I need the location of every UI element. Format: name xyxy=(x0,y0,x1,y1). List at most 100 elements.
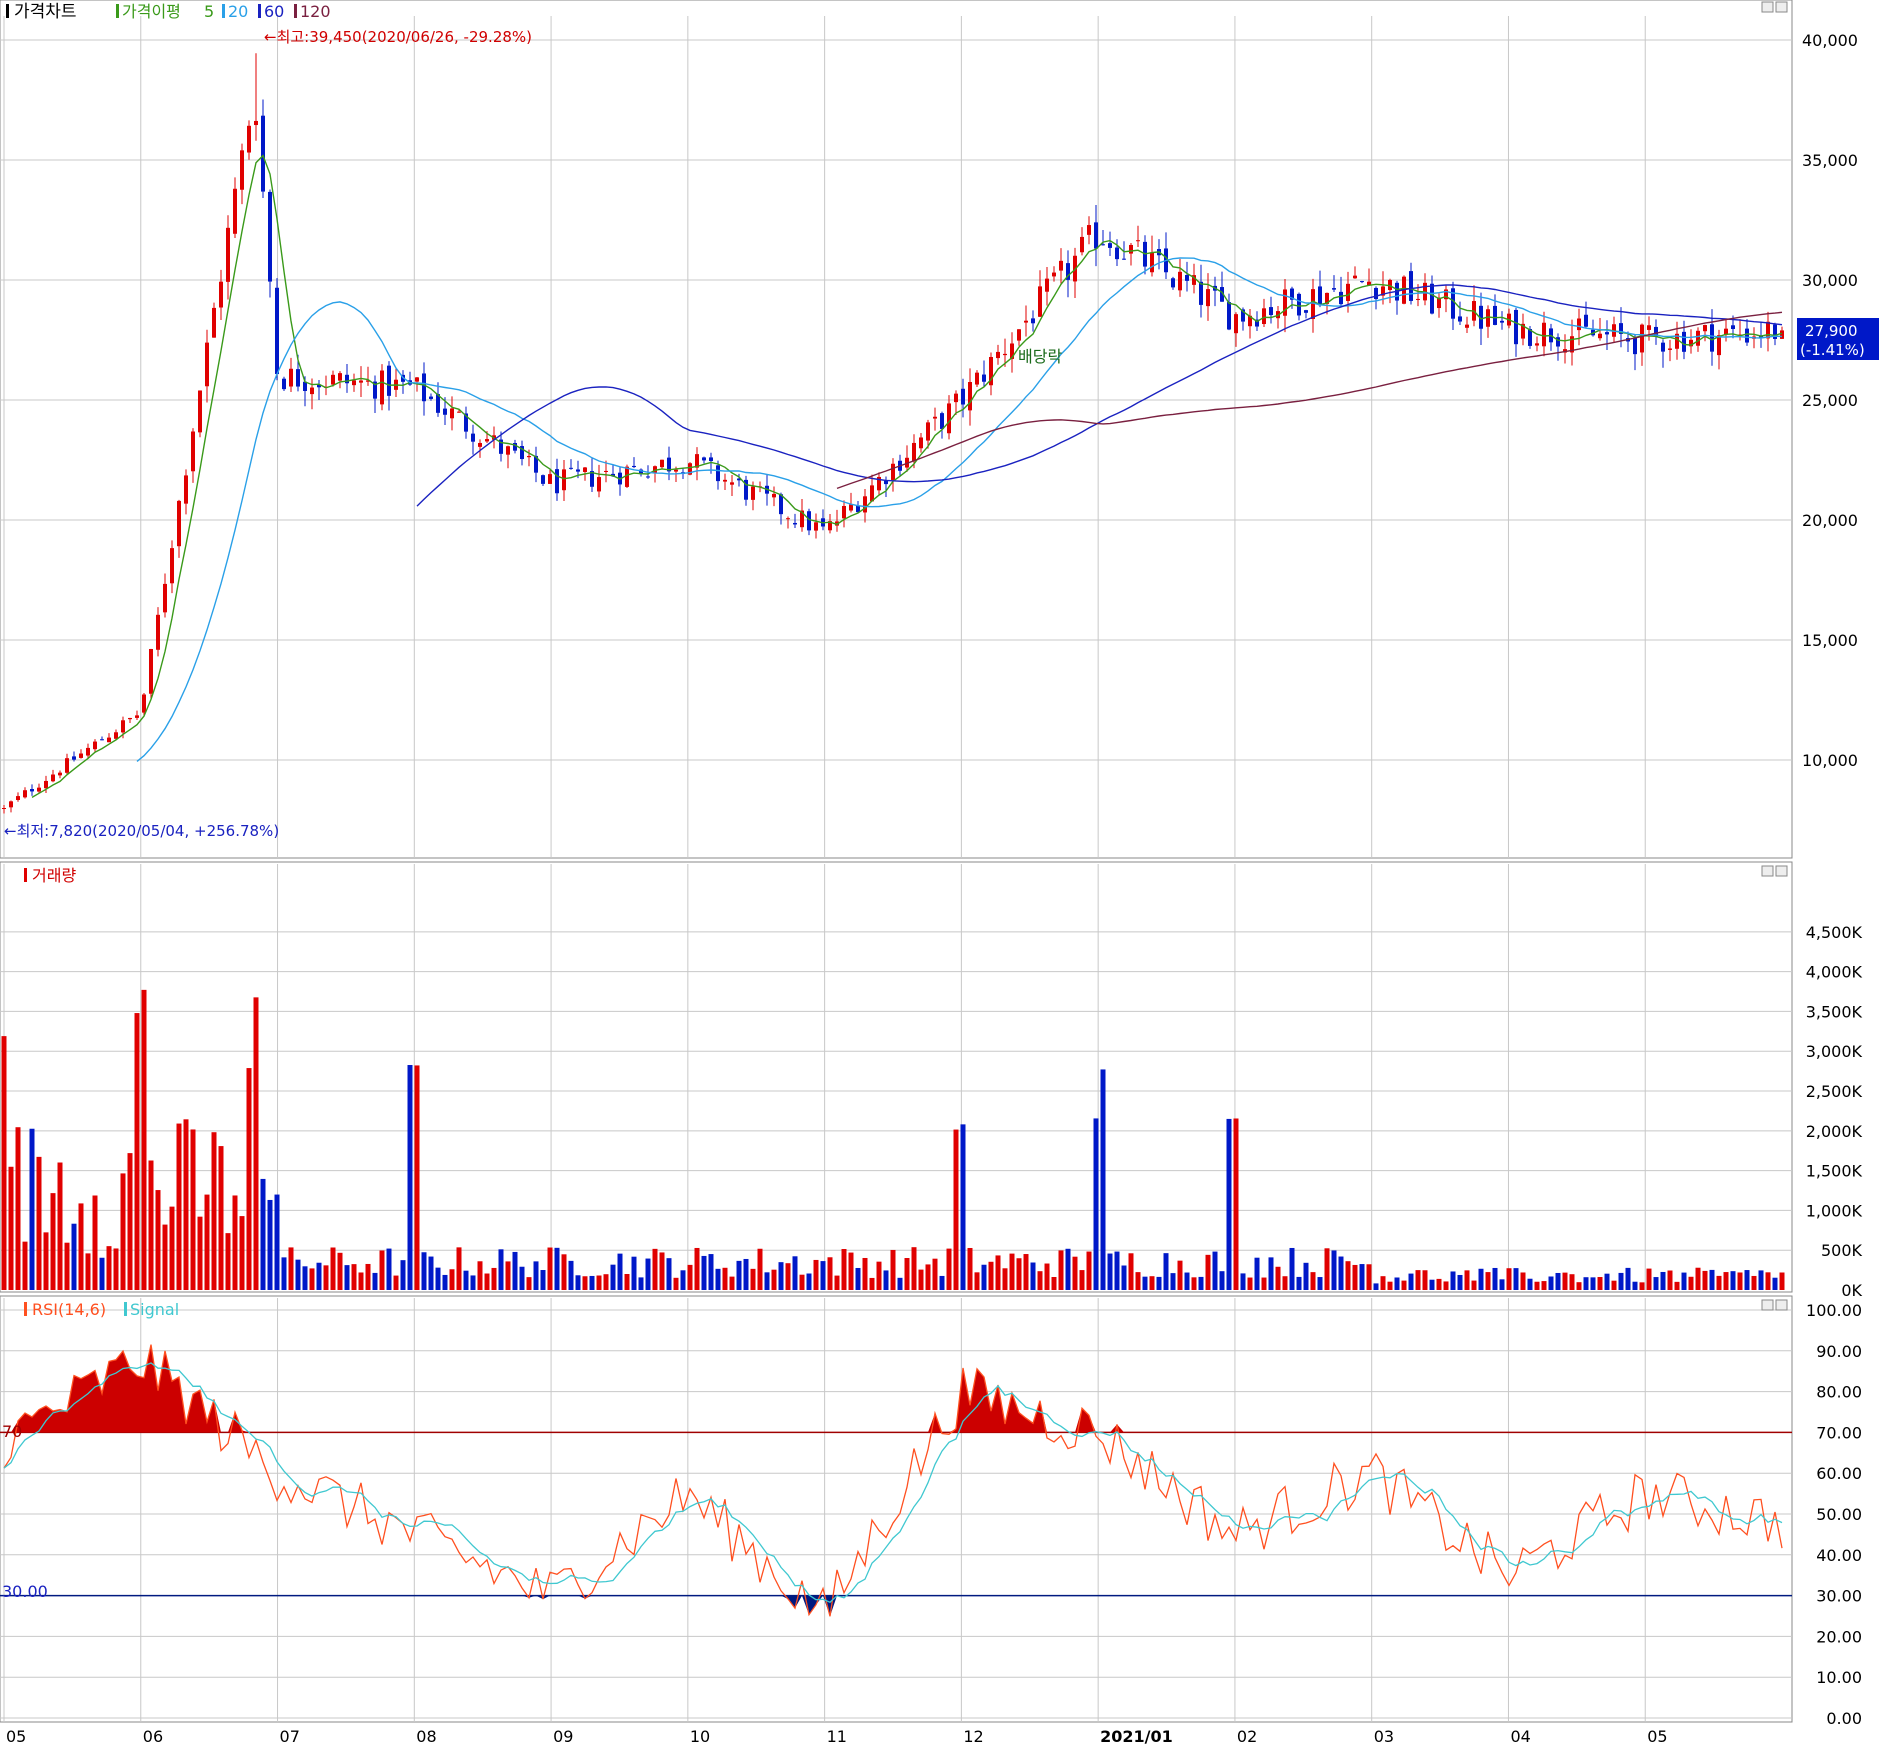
close-icon[interactable] xyxy=(1775,1299,1788,1311)
candle-body xyxy=(926,422,930,441)
x-tick-label: 03 xyxy=(1374,1727,1394,1746)
volume-bar xyxy=(1303,1262,1309,1290)
volume-bar xyxy=(666,1258,672,1290)
candle-body xyxy=(268,191,272,282)
candle-body xyxy=(786,518,790,520)
volume-bar xyxy=(176,1123,182,1290)
volume-bar xyxy=(1485,1272,1491,1290)
volume-bar xyxy=(148,1160,154,1290)
x-tick-label: 08 xyxy=(416,1727,436,1746)
volume-bar xyxy=(834,1275,840,1290)
candle-body xyxy=(2,808,6,809)
volume-bar xyxy=(57,1162,63,1290)
minimize-icon[interactable] xyxy=(1761,1299,1774,1311)
volume-bar xyxy=(729,1276,735,1290)
volume-bar xyxy=(1359,1264,1365,1290)
volume-bar xyxy=(1681,1272,1687,1290)
volume-bar xyxy=(1716,1275,1722,1290)
volume-bar xyxy=(1086,1251,1092,1290)
volume-bar xyxy=(36,1156,42,1290)
ma20-legend: 20 xyxy=(228,2,248,21)
volume-bar xyxy=(1156,1276,1162,1290)
minimize-icon[interactable] xyxy=(1761,1,1774,13)
volume-bar xyxy=(29,1128,35,1290)
legend-marker xyxy=(258,4,261,18)
candle-body xyxy=(842,505,846,519)
candle-body xyxy=(1745,328,1749,343)
candle-body xyxy=(450,408,454,419)
signal-legend: Signal xyxy=(130,1300,179,1319)
volume-bar xyxy=(1674,1281,1680,1290)
volume-bar xyxy=(1660,1271,1666,1290)
volume-y-tick: 2,500K xyxy=(1806,1082,1863,1101)
candle-body xyxy=(142,694,146,713)
volume-bar xyxy=(603,1274,609,1290)
volume-bar xyxy=(477,1261,483,1290)
volume-bar xyxy=(197,1216,203,1290)
volume-bar xyxy=(1114,1251,1120,1290)
close-icon[interactable] xyxy=(1775,1,1788,13)
candle-body xyxy=(1059,260,1063,271)
candle-body xyxy=(198,390,202,433)
minimize-icon[interactable] xyxy=(1761,865,1774,877)
candle-body xyxy=(79,753,83,758)
volume-bar xyxy=(1345,1261,1351,1290)
candle-body xyxy=(961,388,965,405)
volume-bar xyxy=(288,1247,294,1290)
candle-body xyxy=(240,150,244,190)
rsi-overbought-fill xyxy=(130,1369,137,1433)
candle-body xyxy=(415,377,419,382)
volume-bar xyxy=(722,1267,728,1290)
rsi-level-70-label: 70 xyxy=(2,1422,22,1441)
candle-body xyxy=(177,500,181,547)
volume-bar xyxy=(827,1257,833,1290)
volume-bar xyxy=(1023,1254,1029,1290)
rsi-y-tick: 60.00 xyxy=(1816,1464,1862,1483)
candle-body xyxy=(1493,305,1497,325)
candle-body xyxy=(632,465,636,468)
volume-bar xyxy=(1037,1271,1043,1290)
candle-body xyxy=(709,457,713,462)
volume-bar xyxy=(512,1251,518,1290)
volume-bar xyxy=(764,1272,770,1290)
x-tick-label: 10 xyxy=(690,1727,710,1746)
volume-bar xyxy=(400,1260,406,1290)
volume-bar xyxy=(624,1274,630,1290)
volume-bar xyxy=(1072,1256,1078,1290)
close-icon[interactable] xyxy=(1775,865,1788,877)
volume-bar xyxy=(1184,1272,1190,1290)
candle-body xyxy=(1185,274,1189,281)
candle-body xyxy=(1780,330,1784,339)
volume-bar xyxy=(1212,1251,1218,1290)
volume-bar xyxy=(1352,1264,1358,1290)
candle-body xyxy=(58,772,62,776)
candle-body xyxy=(51,774,55,782)
candle-body xyxy=(1766,321,1770,339)
volume-bar xyxy=(1100,1069,1106,1290)
candle-body xyxy=(1262,308,1266,325)
volume-y-tick: 3,500K xyxy=(1806,1002,1863,1021)
rsi-overbought-fill xyxy=(116,1351,123,1433)
candle-body xyxy=(1710,324,1714,352)
volume-bar xyxy=(1233,1118,1239,1290)
candle-body xyxy=(254,120,258,126)
volume-bar xyxy=(1317,1277,1323,1290)
volume-bar xyxy=(1205,1254,1211,1290)
price-y-tick: 25,000 xyxy=(1802,391,1858,410)
candle-body xyxy=(1031,318,1035,324)
volume-bar xyxy=(813,1259,819,1290)
volume-bar xyxy=(337,1252,343,1290)
legend-marker xyxy=(24,868,27,882)
volume-y-tick: 4,000K xyxy=(1806,963,1863,982)
volume-bar xyxy=(1268,1257,1274,1290)
candle-body xyxy=(849,504,853,511)
volume-bar xyxy=(106,1246,112,1290)
candle-body xyxy=(170,548,174,584)
volume-bar xyxy=(1646,1268,1652,1290)
volume-bar xyxy=(946,1248,952,1290)
x-tick-label: 05 xyxy=(6,1727,26,1746)
volume-bar xyxy=(841,1249,847,1290)
candle-body xyxy=(1416,298,1420,300)
volume-bar xyxy=(1408,1273,1414,1290)
volume-bar xyxy=(575,1275,581,1290)
